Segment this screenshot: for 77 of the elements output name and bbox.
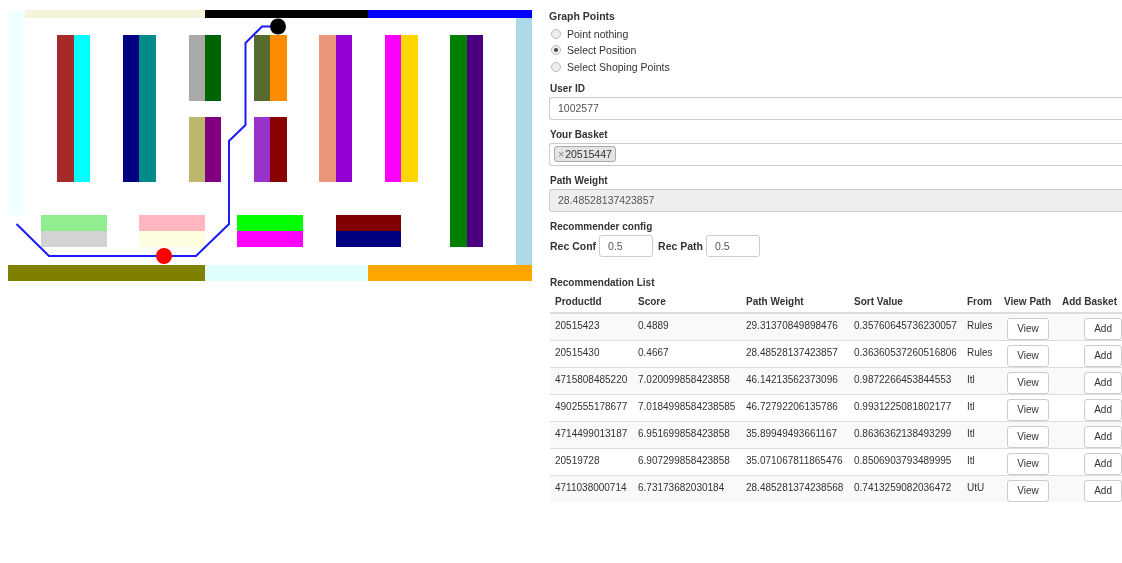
radio-label: Point nothing [567, 27, 629, 40]
view-button[interactable]: View [1007, 425, 1049, 448]
table-cell: 0.8506903793489995 [854, 454, 952, 466]
end-marker[interactable] [270, 18, 286, 35]
table-cell: 6.907299858423858 [638, 454, 730, 466]
basket-field[interactable]: ×20515447 [549, 142, 1122, 166]
table-cell: Itl [967, 454, 975, 466]
config-field[interactable]: 0.5 [706, 234, 761, 257]
table-cell: 46.72792206135786 [746, 400, 838, 412]
table-cell: Itl [967, 400, 975, 412]
field-label: User ID [550, 82, 586, 94]
table-cell: 4715808485220 [555, 373, 628, 385]
table-cell: 35.071067811865476 [746, 454, 843, 466]
table-cell: 46.14213562373096 [746, 373, 838, 385]
table-cell: UtU [967, 481, 985, 493]
tag-label: 20515447 [565, 148, 612, 160]
add-button[interactable]: Add [1084, 398, 1122, 421]
table-cell: 0.4889 [638, 319, 669, 331]
radio-button[interactable] [551, 61, 561, 72]
table-cell: 6.951699858423858 [638, 427, 730, 439]
view-button[interactable]: View [1007, 317, 1049, 340]
column-header: Sort Value [849, 290, 962, 313]
view-button[interactable]: View [1007, 452, 1049, 475]
table-cell: Rules [967, 319, 993, 331]
view-button[interactable]: View [1007, 371, 1049, 394]
table-cell: 0.35760645736230057 [854, 319, 957, 331]
add-button[interactable]: Add [1084, 425, 1122, 448]
table-cell: 29.31370849898476 [746, 319, 838, 331]
table-cell: 35.89949493661167 [746, 427, 838, 439]
radio-button[interactable] [551, 28, 561, 39]
table-cell: 4714499013187 [555, 427, 628, 439]
add-button[interactable]: Add [1084, 344, 1122, 367]
column-header: Add Basket [1057, 290, 1122, 313]
field-label: Path Weight [550, 174, 609, 186]
section-title: Recommendation List [550, 276, 656, 288]
radio-label: Select Position [567, 44, 637, 57]
table-cell: 28.48528137423857 [746, 346, 838, 358]
config-field[interactable]: 0.5 [599, 234, 654, 257]
table-cell: 0.8636362138493299 [854, 427, 952, 439]
view-button[interactable]: View [1007, 344, 1049, 367]
table-cell: Itl [967, 427, 975, 439]
table-cell: 0.9872266453844553 [854, 373, 952, 385]
radio-button[interactable] [551, 45, 561, 56]
table-cell: Itl [967, 373, 975, 385]
column-header: Path Weight [741, 290, 849, 313]
view-button[interactable]: View [1007, 479, 1049, 502]
table-cell: 0.4667 [638, 346, 669, 358]
table-cell: 20515423 [555, 319, 600, 331]
table-cell: 0.7413259082036472 [854, 481, 952, 493]
table-cell: 7.020099858423858 [638, 373, 730, 385]
field-label: Your Basket [550, 128, 609, 140]
table-cell: Rules [967, 346, 993, 358]
view-button[interactable]: View [1007, 398, 1049, 421]
field-label: Recommender config [550, 220, 654, 232]
start-marker[interactable] [156, 248, 172, 264]
user-id-field[interactable]: 1002577 [549, 96, 1122, 120]
column-header: ProductId [550, 290, 633, 313]
section-title: Graph Points [549, 10, 616, 22]
table-cell: 4711038000714 [555, 481, 627, 493]
column-header: View Path [999, 290, 1057, 313]
table-cell: 7.0184998584238585 [638, 400, 736, 412]
column-header: Score [633, 290, 741, 313]
add-button[interactable]: Add [1084, 371, 1122, 394]
table-cell: 20519728 [555, 454, 600, 466]
radio-label: Select Shoping Points [567, 60, 670, 73]
table-cell: 0.9931225081802177 [854, 400, 952, 412]
table-cell: 6.73173682030184 [638, 481, 725, 493]
add-button[interactable]: Add [1084, 479, 1122, 502]
table-cell: 0.36360537260516806 [854, 346, 957, 358]
table-cell: 20515430 [555, 346, 600, 358]
field-label: Rec Path [658, 239, 704, 252]
add-button[interactable]: Add [1084, 452, 1122, 475]
column-header: From [962, 290, 999, 313]
add-button[interactable]: Add [1084, 317, 1122, 340]
table-cell: 4902555178677 [555, 400, 628, 412]
field-label: Rec Conf [550, 239, 597, 252]
table-cell: 28.485281374238568 [746, 481, 844, 493]
